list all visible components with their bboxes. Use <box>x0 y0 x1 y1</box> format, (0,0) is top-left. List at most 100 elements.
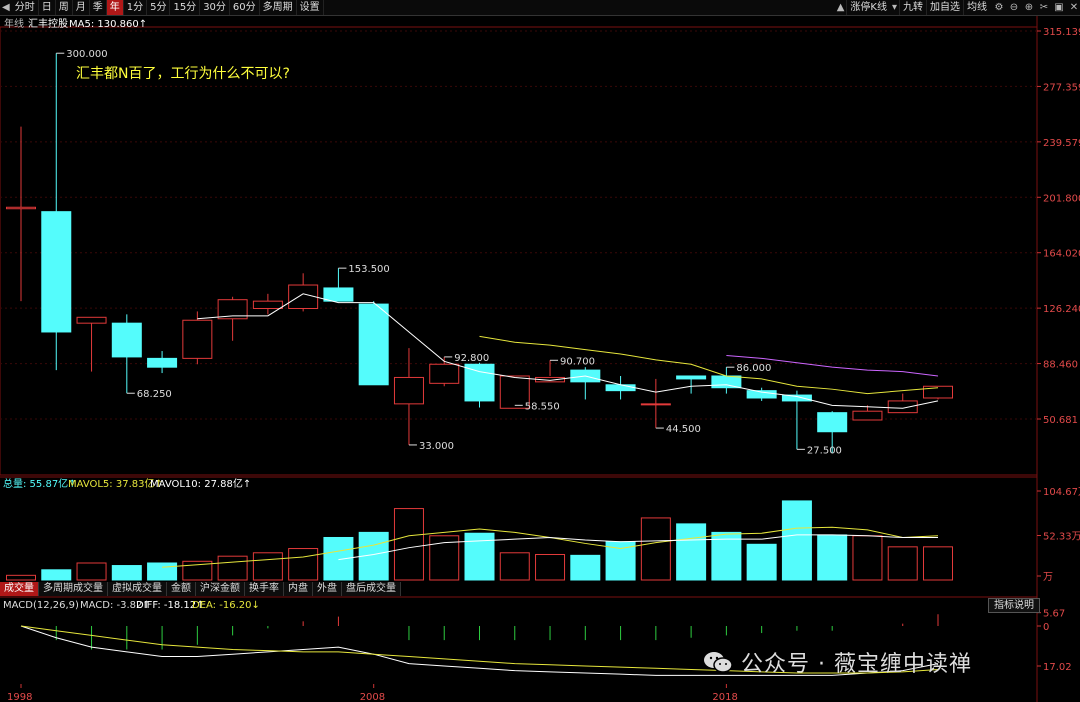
volume-bar <box>76 562 107 581</box>
volume-subtab[interactable]: 多周期成交量 <box>39 582 108 596</box>
macd-tick-label: 5.67 <box>1043 609 1065 620</box>
volume-bar <box>252 552 283 581</box>
price-extreme-label: 27.500 <box>807 445 842 456</box>
period-tab[interactable]: 周 <box>56 0 73 15</box>
volume-subtab[interactable]: 换手率 <box>245 582 284 596</box>
wechat-icon <box>704 652 733 673</box>
ma5-label: MA5: 130.860↑ <box>69 19 147 30</box>
period-tab[interactable]: 60分 <box>230 0 260 15</box>
volume-bar <box>499 552 530 581</box>
volume-bar <box>781 500 812 581</box>
period-tab[interactable]: 15分 <box>170 0 201 15</box>
period-tab[interactable]: 5分 <box>147 0 171 15</box>
period-tab[interactable]: 分时 <box>12 0 39 15</box>
volume-subtab[interactable]: 盘后成交量 <box>342 582 401 596</box>
dropdown-arrow-icon[interactable]: ▲ <box>835 2 847 13</box>
candle-body <box>711 375 742 389</box>
volume-tick-label: 52.33万 <box>1043 532 1080 543</box>
volume-bar <box>217 555 248 581</box>
price-tick-label: 239.579 <box>1043 138 1080 149</box>
price-extreme-label: 44.500 <box>666 424 701 435</box>
period-tab[interactable]: 设置 <box>297 0 324 15</box>
price-tick-label: 201.800 <box>1043 193 1080 204</box>
candle-body <box>111 322 142 358</box>
candle-body <box>252 300 283 309</box>
candle-body <box>182 319 213 359</box>
period-tab[interactable]: 年 <box>106 0 124 15</box>
volume-bar <box>676 523 707 581</box>
price-extreme-label: 153.500 <box>348 264 389 275</box>
watermark: 公众号 · 薇宝缠中读禅 <box>703 646 972 678</box>
volume-bar <box>746 543 777 581</box>
candle-body <box>852 410 883 421</box>
toolbar-left: ◀ 分时日周月季年 1分 5分 15分 30分 60分 多周期 设置 <box>0 0 324 15</box>
macd-tick-label: 0 <box>1043 622 1049 633</box>
x-tick-label: 2018 <box>712 692 737 702</box>
price-tick-label: 164.020 <box>1043 249 1080 260</box>
settings-gear-icon[interactable]: ⚙ <box>993 2 1005 14</box>
candle-body <box>429 363 460 384</box>
volume-bar <box>535 553 566 581</box>
period-tab[interactable]: 1分 <box>124 0 148 15</box>
add-watchlist-button[interactable]: 加自选 <box>926 0 963 15</box>
candle-body <box>817 412 848 433</box>
moving-average-button[interactable]: 均线 <box>963 0 990 15</box>
plus-icon[interactable]: ⊕ <box>1023 2 1035 14</box>
volume-bar <box>640 517 671 581</box>
volume-subtab[interactable]: 内盘 <box>284 582 313 596</box>
period-tab[interactable]: 30分 <box>200 0 230 15</box>
price-extreme-label: 58.550 <box>525 401 560 412</box>
price-tick-label: 126.240 <box>1043 304 1080 315</box>
copy-icon[interactable]: ▣ <box>1053 2 1065 14</box>
price-extreme-label: 300.000 <box>66 49 107 60</box>
volume-bar <box>393 508 424 581</box>
minus-icon[interactable]: ⊖ <box>1008 2 1020 14</box>
volume-subtab[interactable]: 虚拟成交量 <box>108 582 167 596</box>
volume-bar <box>570 554 601 581</box>
volume-subtabs: 成交量 多周期成交量 虚拟成交量 金额 沪深金额 换手率 内盘 外盘 盘后成交量 <box>0 582 401 597</box>
candle-body <box>147 357 178 368</box>
volume-subtab[interactable]: 外盘 <box>313 582 342 596</box>
limit-up-kline-button[interactable]: 涨停K线 <box>846 0 890 15</box>
volume-bar <box>147 562 178 581</box>
price-extreme-label: 33.000 <box>419 441 454 452</box>
annotation-text: 汇丰都N百了，工行为什么不可以? <box>76 66 290 82</box>
close-icon[interactable]: ✕ <box>1068 2 1080 14</box>
volume-bar <box>887 546 918 581</box>
candle-body <box>76 316 107 324</box>
period-toolbar: ◀ 分时日周月季年 1分 5分 15分 30分 60分 多周期 设置 ▲ 涨停K线 ▾ 九转 … <box>0 0 1080 16</box>
macd-tick-label: 17.02 <box>1043 662 1072 673</box>
volume-bar <box>288 548 319 581</box>
dea-value: DEA: -16.20↓ <box>192 600 260 611</box>
price-extreme-label: 68.250 <box>137 389 172 400</box>
volume-tick-label: 104.67万 <box>1043 487 1080 498</box>
chevron-down-icon[interactable]: ▾ <box>890 2 899 13</box>
volume-subtab[interactable]: 沪深金额 <box>196 582 245 596</box>
indicator-explain-button[interactable]: 指标说明 <box>988 598 1040 613</box>
ma10-line <box>479 335 939 395</box>
volume-subtab[interactable]: 金额 <box>167 582 196 596</box>
volume-bar <box>41 569 72 581</box>
period-tab[interactable]: 多周期 <box>260 0 297 15</box>
candle-body <box>393 376 424 405</box>
kline-chart[interactable]: 315.139 277.359 239.579 201.800 164.020 126.2… <box>0 16 1080 702</box>
toolbar-right: ▲ 涨停K线 ▾ 九转 加自选 均线 ⚙ ⊖ ⊕ ✂ ▣ ✕ <box>835 0 1080 15</box>
prev-arrow-icon[interactable]: ◀ <box>0 2 12 13</box>
candle-body <box>464 363 495 402</box>
candle-body <box>781 394 812 402</box>
volume-bar <box>111 565 142 581</box>
tools-icon[interactable]: ✂ <box>1038 2 1050 14</box>
volume-bar <box>852 535 883 581</box>
candle-body <box>605 384 636 392</box>
macd-label: MACD(12,26,9) <box>3 600 79 611</box>
volume-bar <box>6 574 36 581</box>
candle-body <box>640 403 671 406</box>
period-tab[interactable]: 月 <box>73 0 90 15</box>
period-tab[interactable]: 日 <box>39 0 56 15</box>
x-tick-label: 2008 <box>360 692 385 702</box>
volume-subtab[interactable]: 成交量 <box>0 582 39 596</box>
mavol10-label: MAVOL10: 27.88亿↑ <box>150 477 251 490</box>
period-tab[interactable]: 季 <box>90 0 107 15</box>
nine-turn-button[interactable]: 九转 <box>899 0 926 15</box>
volume-tick-label: 万 <box>1043 572 1053 583</box>
